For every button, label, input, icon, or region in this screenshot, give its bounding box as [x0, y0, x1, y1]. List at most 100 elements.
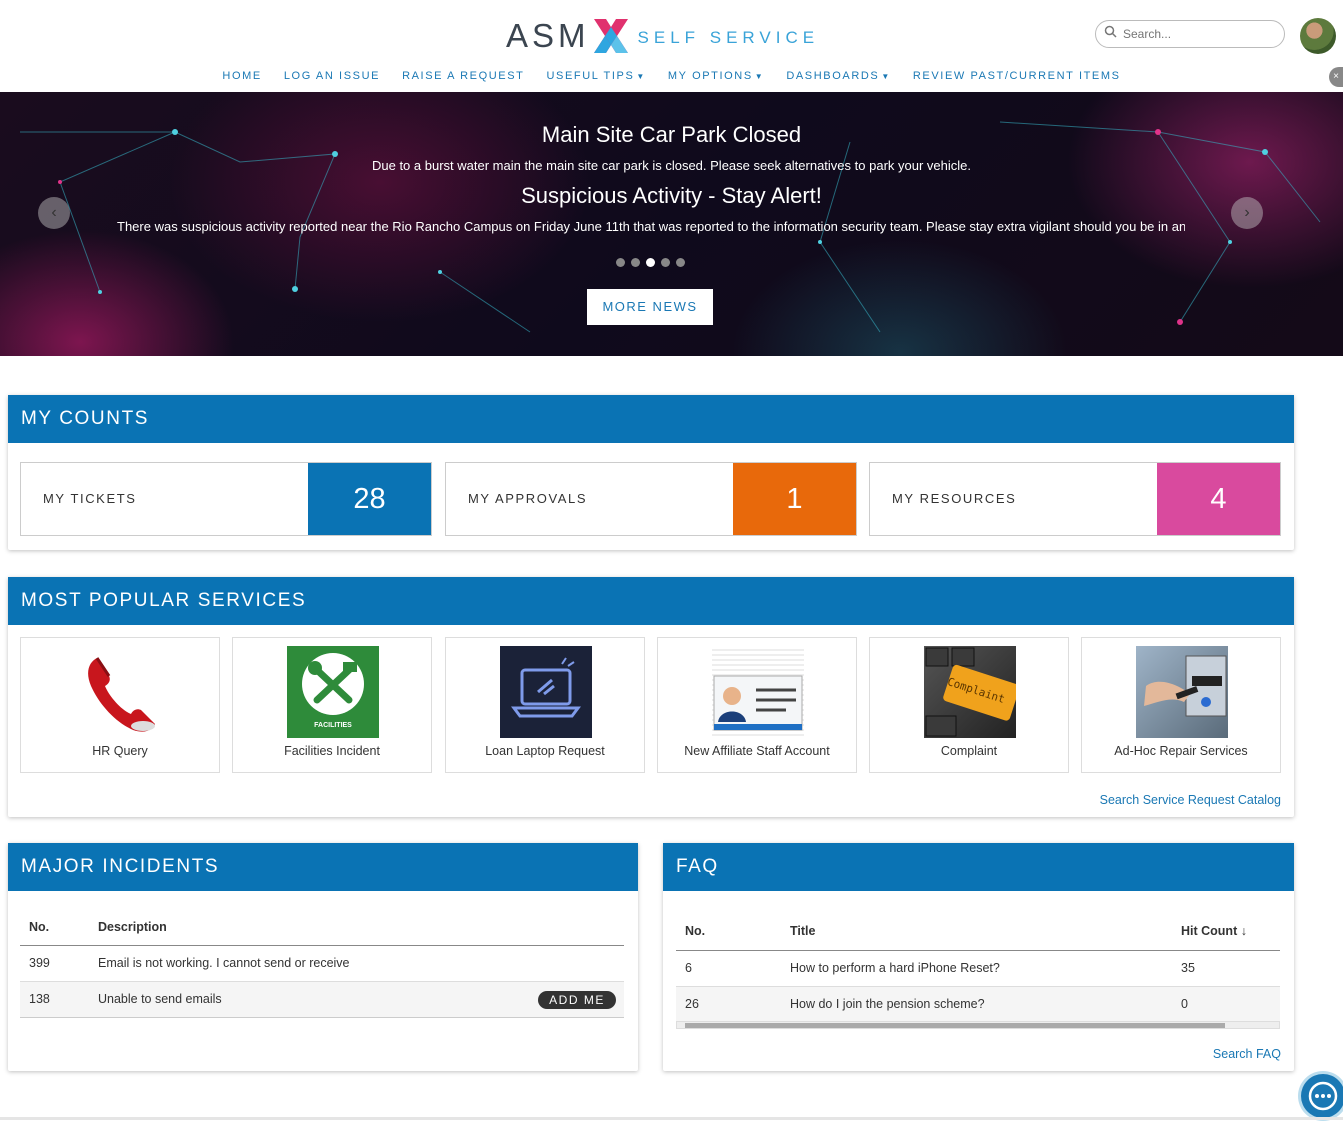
header: ASM SELF SERVICE HOME LOG AN ISSUE RAISE…	[0, 0, 1343, 93]
carousel-indicators	[616, 258, 685, 267]
more-news-button[interactable]: MORE NEWS	[587, 289, 713, 325]
major-incidents-panel: MAJOR INCIDENTS No. Description 399 Emai…	[8, 843, 638, 1071]
nav-log-an-issue[interactable]: LOG AN ISSUE	[284, 70, 380, 86]
nav-useful-tips[interactable]: USEFUL TIPS ▼	[546, 70, 645, 86]
search-input[interactable]	[1121, 26, 1275, 42]
news-title: Main Site Car Park Closed	[541, 122, 802, 147]
count-value: 28	[308, 463, 431, 535]
news-carousel: Main Site Car Park Closed Due to a burst…	[0, 92, 1343, 356]
logo[interactable]: ASM SELF SERVICE	[506, 16, 819, 56]
service-new-affiliate-account[interactable]: New Affiliate Staff Account	[657, 637, 857, 773]
table-header-row: No. Title Hit Count ↓	[676, 913, 1280, 950]
nav-dashboards[interactable]: DASHBOARDS ▼	[786, 70, 891, 86]
service-complaint[interactable]: Complaint Complaint	[869, 637, 1069, 773]
logo-subtitle: SELF SERVICE	[637, 28, 820, 47]
search-icon	[1104, 25, 1117, 43]
my-counts-panel: MY COUNTS MY TICKETS 28 MY APPROVALS 1 M…	[8, 395, 1294, 550]
incident-no: 399	[29, 956, 50, 970]
faq-no: 6	[685, 961, 692, 975]
table-header-row: No. Description	[20, 909, 624, 945]
chevron-left-icon: ‹	[51, 204, 57, 221]
table-row[interactable]: 26 How do I join the pension scheme? 0	[676, 986, 1280, 1022]
service-label: Loan Laptop Request	[485, 744, 605, 758]
avatar[interactable]	[1300, 18, 1336, 54]
carousel-dot[interactable]	[676, 258, 685, 267]
panel-title: FAQ	[663, 843, 1294, 891]
service-adhoc-repair[interactable]: Ad-Hoc Repair Services	[1081, 637, 1281, 773]
faq-panel: FAQ No. Title Hit Count ↓ 6 How to perfo…	[663, 843, 1294, 1071]
id-card-icon	[712, 646, 804, 738]
news-title: Suspicious Activity - Stay Alert!	[521, 183, 822, 208]
service-label: Facilities Incident	[284, 744, 380, 758]
nav-review-items[interactable]: REVIEW PAST/CURRENT ITEMS	[913, 70, 1121, 86]
popular-services-panel: MOST POPULAR SERVICES HR Query FACILITIE…	[8, 577, 1294, 817]
table-row[interactable]: 6 How to perform a hard iPhone Reset? 35	[676, 950, 1280, 986]
news-text: Due to a burst water main the main site …	[371, 158, 971, 173]
service-label: HR Query	[92, 744, 148, 758]
my-resources-card[interactable]: MY RESOURCES 4	[869, 462, 1281, 536]
repair-icon	[1136, 646, 1228, 738]
news-text: There was suspicious activity reported n…	[117, 219, 1185, 234]
phone-icon	[75, 646, 167, 738]
logo-text: ASM	[506, 17, 590, 54]
panel-title: MY COUNTS	[8, 395, 1294, 443]
col-no: No.	[29, 919, 50, 934]
logo-x-icon	[592, 17, 630, 55]
carousel-dot[interactable]	[631, 258, 640, 267]
incidents-table: No. Description 399 Email is not working…	[20, 909, 624, 1018]
chevron-right-icon: ›	[1244, 204, 1250, 221]
chat-icon	[1308, 1081, 1338, 1111]
sort-down-icon: ↓	[1240, 924, 1247, 939]
carousel-next-button[interactable]: ›	[1231, 197, 1263, 229]
panel-title: MOST POPULAR SERVICES	[8, 577, 1294, 625]
facilities-caption: FACILITIES	[314, 722, 352, 729]
panel-title: MAJOR INCIDENTS	[8, 843, 638, 891]
horizontal-scrollbar[interactable]	[676, 1021, 1280, 1029]
faq-title: How do I join the pension scheme?	[790, 997, 985, 1012]
service-label: New Affiliate Staff Account	[684, 744, 830, 758]
faq-hits: 0	[1181, 997, 1188, 1012]
nav-home[interactable]: HOME	[222, 70, 261, 86]
search-faq-link[interactable]: Search FAQ	[1213, 1047, 1281, 1061]
faq-table: No. Title Hit Count ↓ 6 How to perform a…	[676, 913, 1280, 1022]
count-label: MY APPROVALS	[468, 491, 588, 506]
add-me-button[interactable]: ADD ME	[538, 991, 616, 1009]
service-label: Ad-Hoc Repair Services	[1114, 744, 1248, 758]
keyboard-complaint-icon: Complaint	[924, 646, 1016, 738]
faq-hits: 35	[1181, 961, 1195, 975]
count-label: MY TICKETS	[43, 491, 137, 506]
chevron-down-icon: ▼	[754, 72, 765, 81]
chevron-down-icon: ▼	[881, 72, 891, 81]
service-facilities-incident[interactable]: FACILITIES Facilities Incident	[232, 637, 432, 773]
service-label: Complaint	[940, 744, 998, 758]
laptop-icon	[500, 646, 592, 738]
service-loan-laptop[interactable]: Loan Laptop Request	[445, 637, 645, 773]
nav-my-options[interactable]: MY OPTIONS ▼	[668, 70, 764, 86]
table-row[interactable]: 138 Unable to send emails	[20, 981, 624, 1017]
count-label: MY RESOURCES	[892, 491, 1017, 506]
faq-title: How to perform a hard iPhone Reset?	[790, 961, 1000, 975]
incident-no: 138	[29, 992, 50, 1006]
scrollbar-thumb[interactable]	[685, 1023, 1225, 1028]
main-nav: HOME LOG AN ISSUE RAISE A REQUEST USEFUL…	[0, 70, 1343, 86]
carousel-prev-button[interactable]: ‹	[38, 197, 70, 229]
table-row[interactable]: 399 Email is not working. I cannot send …	[20, 945, 624, 981]
col-hit-count[interactable]: Hit Count ↓	[1180, 913, 1280, 950]
faq-no: 26	[685, 997, 699, 1012]
tools-icon: FACILITIES	[287, 646, 379, 738]
service-hr-query[interactable]: HR Query	[20, 637, 220, 773]
side-panel-toggle-icon[interactable]: ×	[1329, 67, 1343, 87]
count-value: 4	[1157, 463, 1280, 535]
nav-raise-a-request[interactable]: RAISE A REQUEST	[402, 70, 524, 86]
carousel-dot[interactable]	[616, 258, 625, 267]
incident-description: Email is not working. I cannot send or r…	[98, 956, 350, 970]
search-service-catalog-link[interactable]: Search Service Request Catalog	[1100, 793, 1281, 807]
my-tickets-card[interactable]: MY TICKETS 28	[20, 462, 432, 536]
col-description: Description	[98, 919, 167, 934]
carousel-dot-active[interactable]	[646, 258, 655, 267]
my-approvals-card[interactable]: MY APPROVALS 1	[445, 462, 857, 536]
search-box[interactable]	[1095, 20, 1285, 48]
carousel-dot[interactable]	[661, 258, 670, 267]
chat-button[interactable]	[1301, 1074, 1343, 1118]
col-title: Title	[790, 924, 816, 939]
